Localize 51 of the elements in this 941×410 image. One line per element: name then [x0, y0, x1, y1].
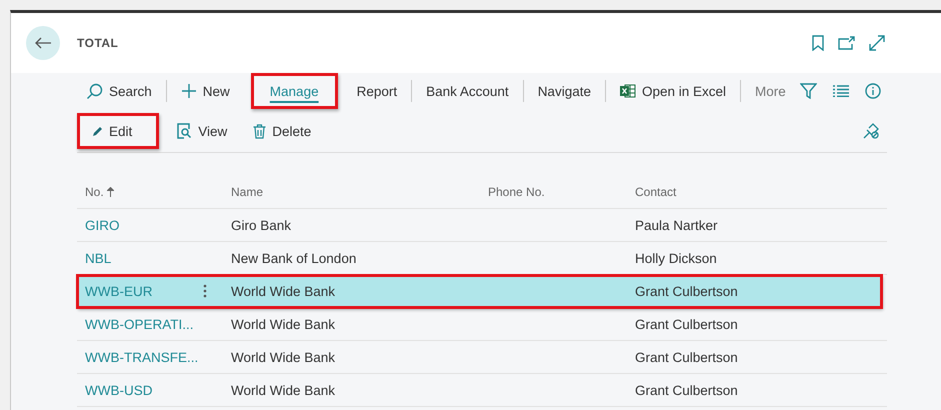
trash-icon	[253, 124, 266, 138]
pencil-icon	[92, 126, 103, 136]
record-link[interactable]: WWB-TRANSFE...	[85, 350, 198, 364]
table-cell: Giro Bank	[231, 218, 292, 232]
view-button[interactable]: View	[169, 113, 236, 149]
record-link[interactable]: NBL	[85, 250, 112, 266]
action-tab[interactable]: Report	[348, 73, 406, 109]
action-tab[interactable]: Manage	[250, 73, 338, 109]
column-header[interactable]: Phone No.	[488, 184, 545, 198]
more-options-icon[interactable]	[203, 284, 207, 298]
search-icon	[86, 82, 103, 100]
record-link[interactable]: GIRO	[85, 218, 120, 232]
back-button[interactable]	[26, 26, 60, 60]
info-icon[interactable]	[865, 83, 881, 99]
column-header[interactable]: Contact	[635, 184, 676, 198]
record-link[interactable]: WWB-EUR	[85, 284, 152, 298]
column-header[interactable]: Name	[231, 184, 264, 198]
open-in-new-window-icon[interactable]	[838, 36, 855, 50]
bookmark-icon[interactable]	[812, 35, 824, 51]
table-cell: New Bank of London	[231, 250, 356, 266]
record-link[interactable]: WWB-USD	[85, 382, 152, 398]
plus-icon	[180, 83, 197, 99]
table-cell: World Wide Bank	[231, 284, 336, 298]
action-tab[interactable]: Bank Account	[417, 73, 518, 109]
table-cell: World Wide Bank	[231, 382, 336, 398]
table-cell: World Wide Bank	[231, 350, 336, 364]
list-icon[interactable]	[833, 85, 849, 97]
table-cell: Grant Culbertson	[635, 284, 738, 298]
table-cell: World Wide Bank	[231, 316, 336, 332]
action-tab[interactable]: Navigate	[528, 73, 600, 109]
record-link[interactable]: WWB-OPERATI...	[85, 316, 194, 332]
unpin-icon[interactable]	[863, 123, 879, 139]
filter-icon[interactable]	[800, 83, 817, 99]
excel-icon	[620, 83, 636, 99]
search-button[interactable]: Search	[77, 73, 161, 109]
document-search-icon	[177, 123, 192, 139]
more-button[interactable]: More	[746, 73, 795, 109]
table-cell: Paula Nartker	[635, 218, 718, 232]
expand-icon[interactable]	[869, 35, 885, 51]
table-cell: Grant Culbertson	[635, 382, 738, 398]
edit-button[interactable]: Edit	[77, 113, 160, 149]
table-cell: Holly Dickson	[635, 250, 717, 266]
back-arrow-icon	[35, 37, 51, 49]
table-cell: Grant Culbertson	[635, 350, 738, 364]
open-in-excel-button[interactable]: Open in Excel	[610, 73, 736, 109]
table-cell: Grant Culbertson	[635, 316, 738, 332]
delete-button[interactable]: Delete	[245, 113, 320, 149]
table-row[interactable]: WWB-EUR World Wide Bank Grant Culbertson	[77, 275, 882, 308]
page-title: TOTAL	[77, 36, 120, 50]
new-button[interactable]: New	[172, 73, 239, 109]
column-header[interactable]: No.	[85, 184, 104, 198]
